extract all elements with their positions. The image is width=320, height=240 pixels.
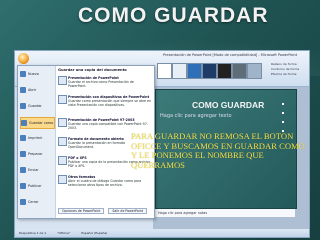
style-thumb[interactable] bbox=[232, 63, 247, 79]
option-desc: Guardar la presentación en formato OpenD… bbox=[68, 141, 126, 149]
shape-styles-gallery[interactable] bbox=[157, 63, 267, 81]
style-thumb[interactable] bbox=[202, 63, 217, 79]
menu-item-label: Enviar bbox=[28, 168, 39, 172]
save-as-header: Guardar una copia del documento bbox=[58, 68, 127, 72]
theme-name: "Oficina" bbox=[57, 231, 71, 235]
menu-item-publish[interactable]: Publicar bbox=[20, 181, 53, 191]
pptx-icon bbox=[58, 76, 67, 85]
option-other[interactable]: Otros formatos Abrir el cuadro de diálogo… bbox=[58, 175, 152, 187]
print-icon bbox=[20, 135, 26, 141]
menu-item-label: Imprimir bbox=[28, 136, 43, 140]
notes-field[interactable]: Haga clic para agregar notas bbox=[155, 209, 295, 217]
menu-item-label: Nuevo bbox=[28, 72, 39, 76]
option-ppsx[interactable]: Presentación con diapositivas de PowerPo… bbox=[58, 95, 152, 107]
publish-icon bbox=[20, 183, 26, 189]
new-icon bbox=[20, 71, 26, 77]
menu-item-save-as[interactable]: Guardar como bbox=[20, 117, 55, 129]
slide-title: COMO GUARDAR bbox=[192, 100, 265, 110]
menu-item-label: Preparar bbox=[28, 152, 43, 156]
menu-item-label: Guardar bbox=[28, 104, 42, 108]
bullet-dot bbox=[282, 112, 284, 114]
menu-item-label: Cerrar bbox=[28, 200, 39, 204]
style-thumb[interactable] bbox=[187, 63, 202, 79]
instruction-text: PARA GUARDAR NO REMOSA EL BOTON OFICCE Y… bbox=[131, 131, 305, 170]
send-icon bbox=[20, 167, 26, 173]
style-thumb[interactable] bbox=[247, 63, 262, 79]
menu-item-label: Abrir bbox=[28, 88, 37, 92]
slide-subtitle[interactable]: Haga clic para agregar texto bbox=[160, 113, 232, 119]
bullet-dot bbox=[282, 121, 284, 123]
save-icon bbox=[20, 103, 26, 109]
menu-item-close[interactable]: Cerrar bbox=[20, 197, 53, 207]
page-title: COMO GUARDAR bbox=[78, 4, 269, 27]
option-desc: Guardar el archivo como Presentación de … bbox=[68, 80, 134, 88]
odp-icon bbox=[58, 137, 67, 146]
language: Español (España) bbox=[81, 231, 108, 235]
ppt97-icon bbox=[58, 118, 67, 127]
bullet-dot bbox=[282, 103, 284, 105]
shape-options: Relleno de forma Contorno de forma Efect… bbox=[271, 62, 307, 77]
office-button[interactable] bbox=[18, 53, 29, 64]
menu-commands: Nuevo Abrir Guardar Guardar como Imprimi… bbox=[18, 66, 56, 218]
menu-item-save[interactable]: Guardar bbox=[20, 101, 53, 111]
slide-count: Diapositiva 1 de 1 bbox=[19, 231, 47, 235]
menu-footer: Opciones de PowerPoint Salir de PowerPoi… bbox=[58, 208, 150, 214]
menu-item-open[interactable]: Abrir bbox=[20, 85, 53, 95]
powerpoint-options-button[interactable]: Opciones de PowerPoint bbox=[58, 208, 105, 214]
prepare-icon bbox=[20, 151, 26, 157]
other-formats-icon bbox=[58, 175, 67, 184]
menu-item-label: Publicar bbox=[28, 184, 42, 188]
window-title: Presentación de PowerPoint [Modo de comp… bbox=[163, 53, 298, 57]
pdf-icon bbox=[58, 156, 67, 165]
close-icon bbox=[20, 199, 26, 205]
option-desc: Guardar una copia compatible con PowerPo… bbox=[68, 122, 148, 130]
effects-option[interactable]: Efectos de forma bbox=[271, 72, 307, 77]
exit-powerpoint-button[interactable]: Salir de PowerPoint bbox=[108, 208, 147, 214]
save-as-icon bbox=[21, 120, 27, 126]
style-thumb[interactable] bbox=[172, 63, 187, 79]
ppsx-icon bbox=[58, 95, 67, 104]
menu-item-label: Guardar como bbox=[29, 121, 54, 125]
status-bar: Diapositiva 1 de 1 "Oficina" Español (Es… bbox=[15, 229, 309, 237]
open-folder-icon bbox=[20, 87, 26, 93]
style-thumb[interactable] bbox=[157, 63, 172, 79]
style-thumb[interactable] bbox=[217, 63, 232, 79]
option-desc: Guardar como presentación que siempre se… bbox=[68, 99, 152, 107]
menu-item-print[interactable]: Imprimir bbox=[20, 133, 53, 143]
option-pptx[interactable]: Presentación de PowerPoint Guardar el arc… bbox=[58, 76, 152, 88]
menu-item-new[interactable]: Nuevo bbox=[20, 69, 53, 79]
option-ppt97[interactable]: Presentación de PowerPoint 97-2003 Guarda… bbox=[58, 118, 152, 130]
menu-item-prepare[interactable]: Preparar bbox=[20, 149, 53, 159]
option-desc: Abrir el cuadro de diálogo Guardar como … bbox=[68, 179, 142, 187]
menu-item-send[interactable]: Enviar bbox=[20, 165, 53, 175]
